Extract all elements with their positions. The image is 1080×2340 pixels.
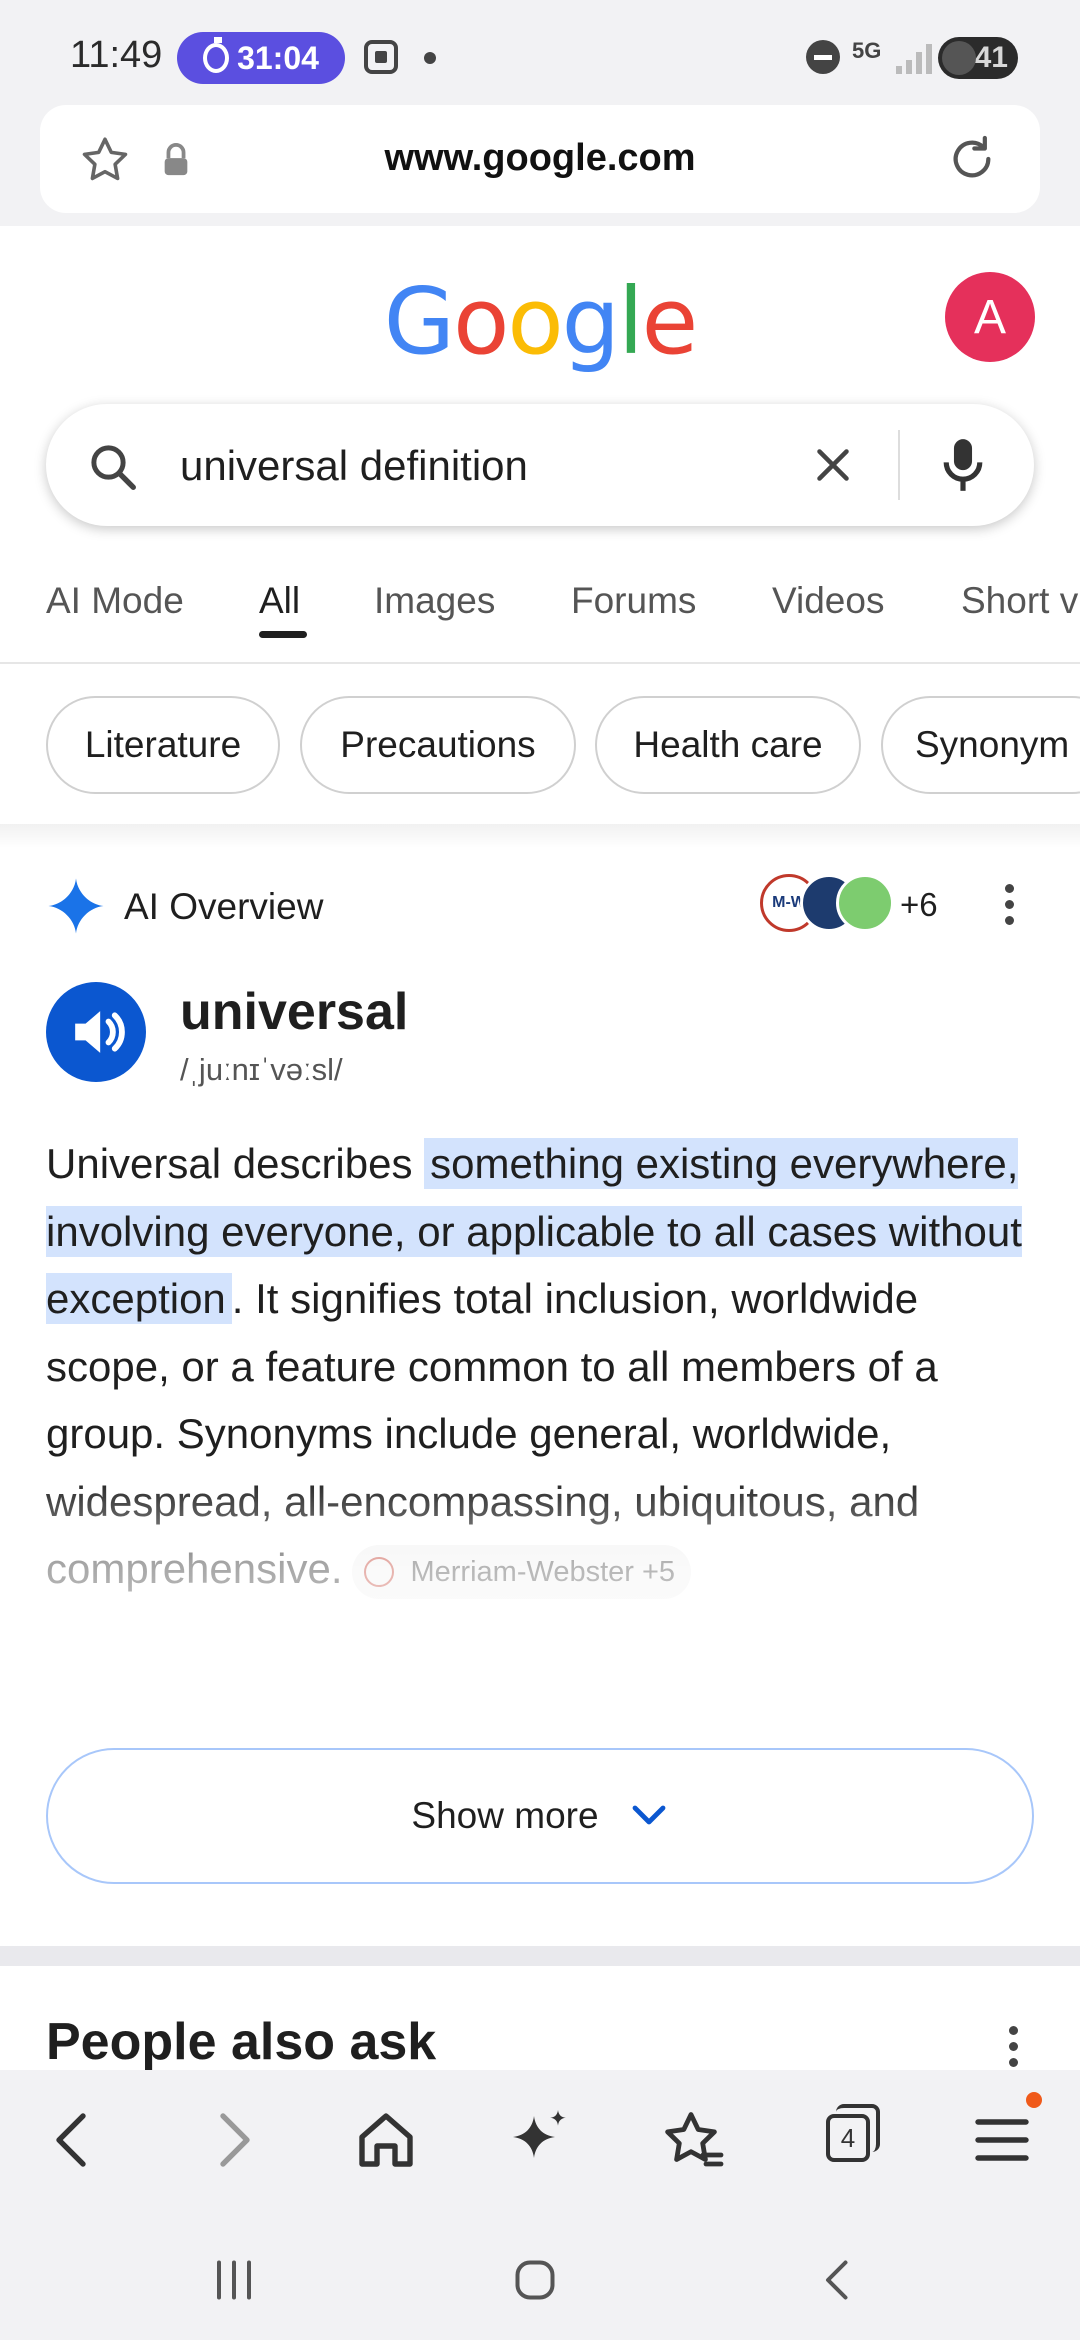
- show-more-label: Show more: [411, 1795, 599, 1836]
- source-checkmark-icon[interactable]: [836, 874, 894, 932]
- signal-icon: [896, 42, 936, 74]
- status-time: 11:49: [70, 34, 163, 76]
- more-options-icon[interactable]: [1004, 2022, 1022, 2070]
- logo-letter: e: [641, 268, 699, 375]
- logo-letter: l: [618, 268, 644, 375]
- ai-assistant-icon[interactable]: [504, 2104, 576, 2176]
- tab-forums[interactable]: Forums: [571, 580, 696, 622]
- defined-word: universal: [180, 983, 409, 1041]
- browser-toolbar: 4: [0, 2070, 1080, 2210]
- search-icon: [91, 445, 136, 490]
- update-notification-dot: [1026, 2092, 1042, 2108]
- show-more-button[interactable]: Show more: [46, 1748, 1034, 1884]
- recent-apps-icon[interactable]: [204, 2250, 264, 2310]
- status-bar: 11:49 31:04 5G 41: [0, 0, 1080, 110]
- forward-icon[interactable]: [196, 2104, 268, 2176]
- tab-videos[interactable]: Videos: [772, 580, 884, 622]
- search-divider: [898, 430, 900, 500]
- citation-label: Merriam-Webster +5: [410, 1555, 676, 1588]
- pronunciation-speaker-button[interactable]: [46, 982, 146, 1082]
- people-also-ask-title: People also ask: [46, 2013, 437, 2070]
- refinement-chips: Literature Precautions Health care Synon…: [0, 696, 1080, 796]
- battery-saver-icon: [942, 41, 976, 75]
- citation-chip[interactable]: Merriam-Webster +5: [352, 1544, 692, 1599]
- back-icon[interactable]: [38, 2104, 110, 2176]
- chip-literature[interactable]: Literature: [46, 696, 280, 794]
- more-options-icon[interactable]: [1000, 880, 1018, 930]
- logo-letter: o: [507, 268, 563, 375]
- ai-sparkle-icon: [48, 878, 104, 934]
- chip-health-care[interactable]: Health care: [595, 696, 861, 794]
- stopwatch-icon: [203, 37, 230, 73]
- home-nav-icon[interactable]: [505, 2250, 565, 2310]
- account-avatar[interactable]: A: [945, 272, 1035, 362]
- tab-short-videos[interactable]: Short v: [961, 580, 1078, 622]
- search-results-page: Google A universal definition AI Mode Al…: [0, 226, 1080, 2070]
- back-nav-icon[interactable]: [808, 2250, 868, 2310]
- section-divider: [0, 1946, 1080, 1966]
- tab-all[interactable]: All: [259, 580, 300, 622]
- network-type: 5G: [852, 38, 882, 63]
- url-text[interactable]: www.google.com: [40, 137, 1040, 180]
- notification-dot-icon: [424, 52, 436, 64]
- tab-images[interactable]: Images: [374, 580, 495, 622]
- search-input[interactable]: universal definition: [180, 442, 528, 490]
- merriam-webster-icon: [364, 1556, 395, 1587]
- timer-value: 31:04: [237, 39, 319, 76]
- ai-overview-text: Universal describes something existing e…: [46, 1130, 1036, 1603]
- pronunciation: /ˌjuːnɪˈvəːsl/: [180, 1052, 343, 1087]
- screen-capture-icon: [364, 40, 398, 74]
- search-tabs: AI Mode All Images Forums Videos Short v: [0, 566, 1080, 664]
- active-tab-indicator: [259, 631, 307, 638]
- reload-icon[interactable]: [944, 131, 1000, 187]
- chip-synonyms[interactable]: Synonym: [881, 696, 1080, 794]
- bookmarks-icon[interactable]: [658, 2104, 730, 2176]
- microphone-icon[interactable]: [936, 434, 990, 496]
- ai-overview-header: AI Overview M-W +6: [0, 866, 1080, 946]
- chip-precautions[interactable]: Precautions: [300, 696, 576, 794]
- battery-indicator: 41: [938, 37, 1018, 79]
- chips-shadow: [0, 824, 1080, 848]
- logo-letter: o: [453, 268, 509, 375]
- tab-ai-mode[interactable]: AI Mode: [46, 580, 184, 622]
- logo-letter: g: [561, 268, 620, 375]
- do-not-disturb-icon: [806, 40, 840, 74]
- definition-intro: Universal describes: [46, 1140, 425, 1187]
- ai-overview-title: AI Overview: [124, 886, 324, 927]
- system-navigation-bar: [0, 2210, 1080, 2340]
- logo-letter: G: [383, 268, 455, 375]
- home-icon[interactable]: [350, 2104, 422, 2176]
- chevron-down-icon: [632, 1805, 665, 1825]
- tabs-count-button[interactable]: 4: [826, 2114, 870, 2162]
- menu-icon[interactable]: [966, 2104, 1038, 2176]
- google-logo[interactable]: Google: [0, 268, 1080, 375]
- clear-search-icon[interactable]: [806, 438, 860, 492]
- source-count[interactable]: +6: [900, 886, 938, 924]
- timer-pill[interactable]: 31:04: [177, 32, 345, 84]
- speaker-icon: [75, 1011, 125, 1053]
- battery-level: 41: [974, 41, 1008, 74]
- address-bar[interactable]: www.google.com: [40, 105, 1040, 213]
- search-box[interactable]: universal definition: [46, 404, 1034, 526]
